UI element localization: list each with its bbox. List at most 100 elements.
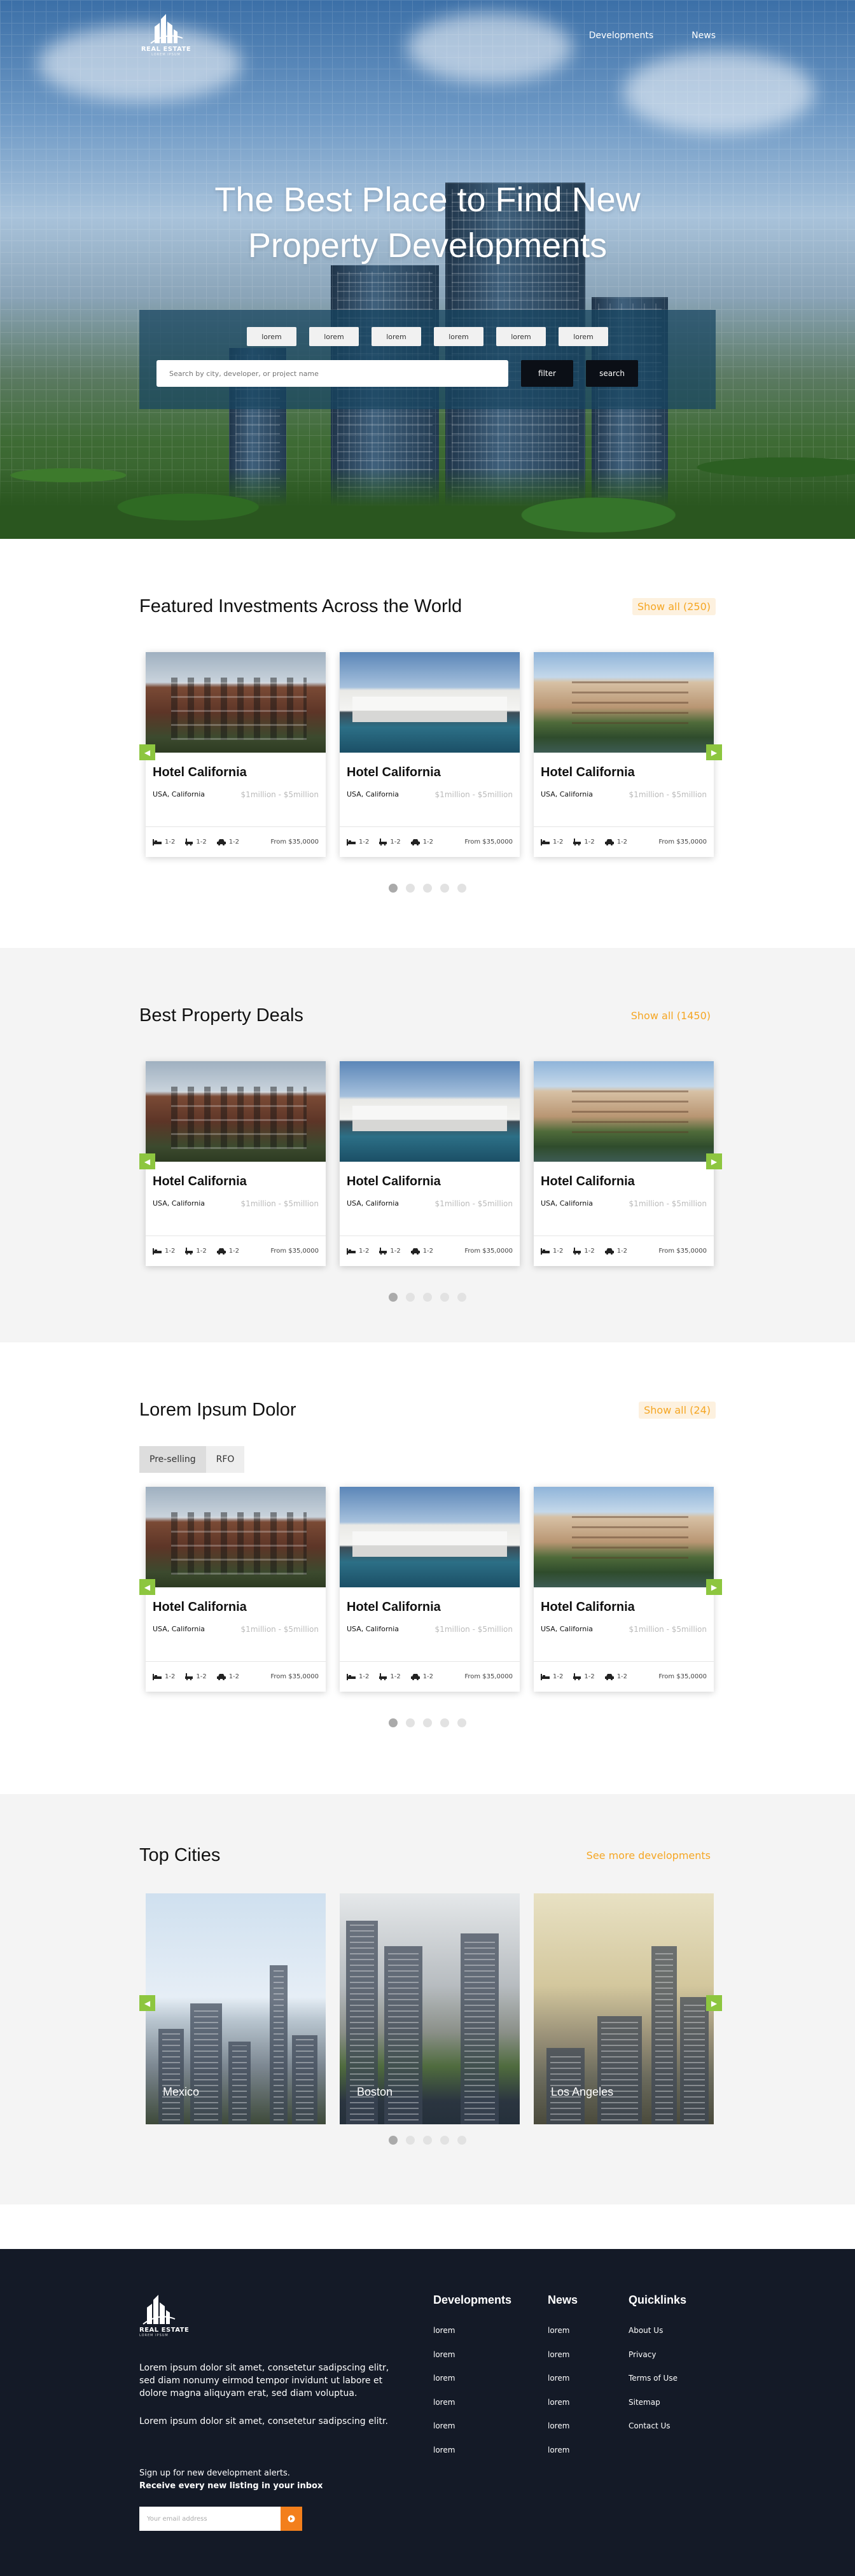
property-title: Hotel California xyxy=(541,765,635,779)
card-carousel: ◀ Hotel California USA, California $1mill… xyxy=(139,1487,722,1692)
brand-logo[interactable]: REAL ESTATE LOREM IPSUM xyxy=(139,13,193,57)
email-input[interactable]: Your email address xyxy=(139,2507,281,2531)
carousel-next-button[interactable]: ▶ xyxy=(706,1995,722,2011)
carousel-prev-button[interactable]: ◀ xyxy=(139,744,155,760)
pagination-dot[interactable] xyxy=(389,2136,398,2145)
pagination-dot[interactable] xyxy=(440,1293,449,1302)
section-title: Featured Investments Across the World xyxy=(139,596,462,616)
pagination-dot[interactable] xyxy=(406,884,415,893)
beds-count: 1-2 xyxy=(165,839,176,846)
baths-count: 1-2 xyxy=(196,1673,207,1680)
footer-link[interactable]: lorem xyxy=(548,2398,569,2407)
pagination-dot[interactable] xyxy=(457,1718,466,1727)
property-title: Hotel California xyxy=(347,1174,441,1188)
pagination-dot[interactable] xyxy=(389,1718,398,1727)
show-all-link[interactable]: Show all (250) xyxy=(632,598,716,615)
carousel-next-button[interactable]: ▶ xyxy=(706,1579,722,1595)
footer-link[interactable]: lorem xyxy=(548,2446,569,2454)
footer-link[interactable]: lorem xyxy=(433,2421,455,2430)
carousel-prev-button[interactable]: ◀ xyxy=(139,1579,155,1595)
footer-link-sitemap[interactable]: Sitemap xyxy=(629,2398,660,2407)
filter-chip[interactable]: lorem xyxy=(559,327,608,346)
pagination-dot[interactable] xyxy=(423,1718,432,1727)
footer-link[interactable]: lorem xyxy=(548,2421,569,2430)
tab-rfo[interactable]: RFO xyxy=(205,1446,245,1473)
property-card[interactable]: Hotel California USA, California $1millio… xyxy=(146,652,326,857)
pagination-dot[interactable] xyxy=(389,884,398,893)
footer-link-privacy[interactable]: Privacy xyxy=(629,2350,656,2359)
footer-link[interactable]: lorem xyxy=(433,2350,455,2359)
filter-chip[interactable]: lorem xyxy=(434,327,483,346)
pagination-dot[interactable] xyxy=(406,2136,415,2145)
newsletter-form: Your email address xyxy=(139,2507,407,2531)
property-card[interactable]: Hotel California USA, California $1millio… xyxy=(340,1487,520,1692)
property-card[interactable]: Hotel California USA, California $1millio… xyxy=(534,652,714,857)
listing-tabs: Pre-selling RFO xyxy=(139,1446,716,1473)
pagination-dot[interactable] xyxy=(457,884,466,893)
property-from-price: From $35,0000 xyxy=(464,839,513,846)
pagination-dot[interactable] xyxy=(389,1293,398,1302)
bed-icon xyxy=(347,1248,356,1255)
property-card[interactable]: Hotel California USA, California $1millio… xyxy=(534,1487,714,1692)
pagination-dot[interactable] xyxy=(423,2136,432,2145)
car-icon xyxy=(604,1248,614,1255)
nav-link-news[interactable]: News xyxy=(692,31,716,41)
building xyxy=(158,2029,184,2124)
tab-pre-selling[interactable]: Pre-selling xyxy=(139,1446,206,1473)
property-location: USA, California xyxy=(541,790,593,798)
footer-link[interactable]: lorem xyxy=(433,2374,455,2383)
filter-chips: lorem lorem lorem lorem lorem lorem xyxy=(139,327,716,346)
property-card[interactable]: Hotel California USA, California $1millio… xyxy=(340,1061,520,1266)
city-card[interactable]: Boston xyxy=(340,1893,520,2124)
pagination-dot[interactable] xyxy=(440,884,449,893)
footer-col-quicklinks: Quicklinks About Us Privacy Terms of Use… xyxy=(629,2294,686,2446)
footer-link[interactable]: lorem xyxy=(548,2374,569,2383)
pagination-dot[interactable] xyxy=(423,884,432,893)
pagination-dot[interactable] xyxy=(440,1718,449,1727)
city-card[interactable]: Mexico xyxy=(146,1893,326,2124)
beds-count: 1-2 xyxy=(359,1248,370,1255)
filter-chip[interactable]: lorem xyxy=(496,327,546,346)
see-more-link[interactable]: See more developments xyxy=(581,1847,716,1864)
footer-link[interactable]: lorem xyxy=(433,2326,455,2335)
show-all-link[interactable]: Show all (24) xyxy=(639,1402,716,1419)
pagination-dot[interactable] xyxy=(406,1293,415,1302)
subscribe-button[interactable] xyxy=(281,2507,302,2531)
footer-link[interactable]: lorem xyxy=(548,2326,569,2335)
building xyxy=(651,1946,677,2124)
search-input[interactable] xyxy=(156,360,508,387)
nav-link-developments[interactable]: Developments xyxy=(589,31,654,41)
filter-button[interactable]: filter xyxy=(521,360,573,387)
search-button[interactable]: search xyxy=(586,360,638,387)
carousel-next-button[interactable]: ▶ xyxy=(706,744,722,760)
footer-logo[interactable]: REAL ESTATE LOREM IPSUM xyxy=(139,2294,193,2337)
city-carousel: ◀ Mexico Boston Los Angeles ▶ xyxy=(139,1893,722,2124)
footer-link[interactable]: lorem xyxy=(433,2446,455,2454)
pagination-dot[interactable] xyxy=(406,1718,415,1727)
footer-link[interactable]: lorem xyxy=(433,2398,455,2407)
carousel-prev-button[interactable]: ◀ xyxy=(139,1153,155,1169)
property-card[interactable]: Hotel California USA, California $1millio… xyxy=(146,1487,326,1692)
filter-chip[interactable]: lorem xyxy=(309,327,359,346)
filter-chip[interactable]: lorem xyxy=(372,327,421,346)
property-card[interactable]: Hotel California USA, California $1millio… xyxy=(534,1061,714,1266)
carousel-prev-button[interactable]: ◀ xyxy=(139,1995,155,2011)
carousel-next-button[interactable]: ▶ xyxy=(706,1153,722,1169)
pagination-dot[interactable] xyxy=(423,1293,432,1302)
footer-link-about[interactable]: About Us xyxy=(629,2326,663,2335)
show-all-link[interactable]: Show all (1450) xyxy=(626,1007,716,1024)
city-card[interactable]: Los Angeles xyxy=(534,1893,714,2124)
footer-link-contact[interactable]: Contact Us xyxy=(629,2421,671,2430)
footer-link-terms[interactable]: Terms of Use xyxy=(629,2374,678,2383)
pagination-dot[interactable] xyxy=(457,1293,466,1302)
pagination-dot[interactable] xyxy=(457,2136,466,2145)
pagination-dot[interactable] xyxy=(440,2136,449,2145)
footer-link[interactable]: lorem xyxy=(548,2350,569,2359)
property-title: Hotel California xyxy=(347,765,441,779)
bath-icon xyxy=(185,1673,193,1680)
property-card[interactable]: Hotel California USA, California $1millio… xyxy=(146,1061,326,1266)
property-price-range: $1million - $5million xyxy=(240,1199,319,1208)
property-card[interactable]: Hotel California USA, California $1millio… xyxy=(340,652,520,857)
filter-chip[interactable]: lorem xyxy=(247,327,296,346)
car-icon xyxy=(410,1248,420,1255)
